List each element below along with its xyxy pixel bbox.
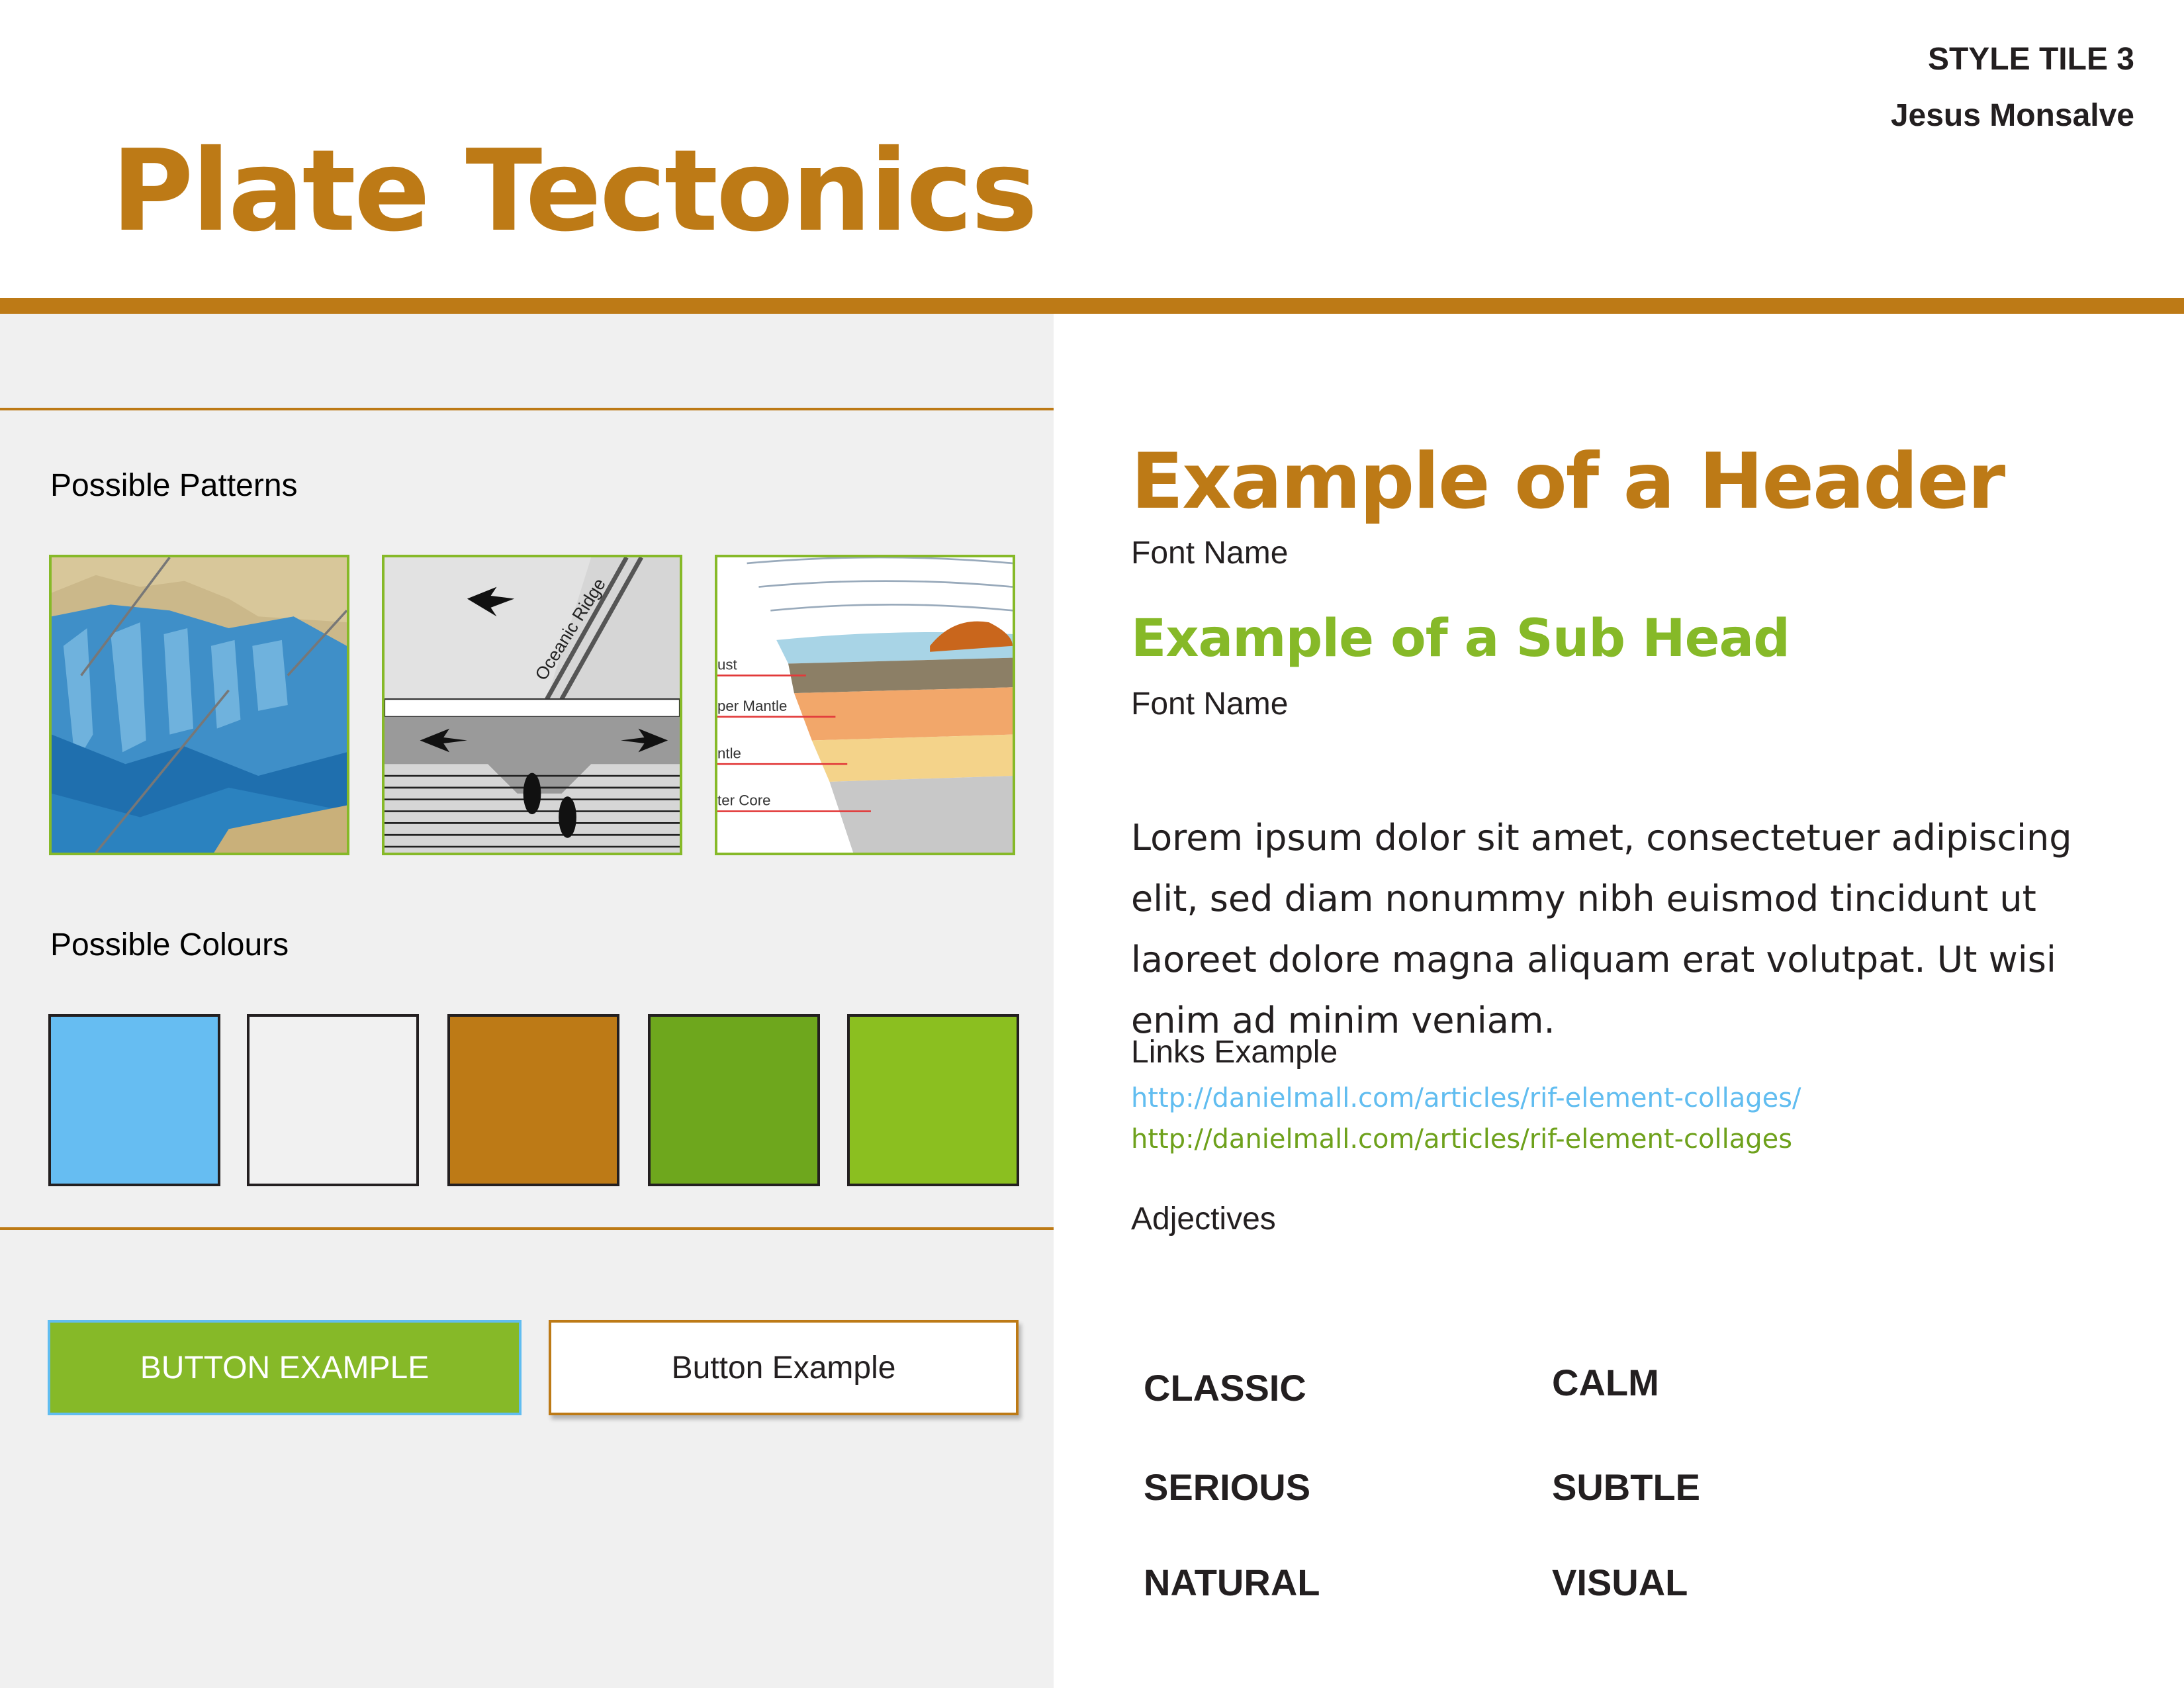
left-panel xyxy=(0,314,1054,1688)
adjective: NATURAL xyxy=(1144,1562,1320,1603)
header-example: Example of a Header xyxy=(1131,437,2005,526)
secondary-button-example[interactable]: Button Example xyxy=(549,1320,1019,1415)
example-link-primary[interactable]: http://danielmall.com/articles/rif-eleme… xyxy=(1131,1083,1801,1113)
ocean-floor-illustration xyxy=(49,555,349,855)
subhead-example: Example of a Sub Head xyxy=(1131,609,1790,669)
svg-text:ntle: ntle xyxy=(717,745,741,761)
adjective: SUBTLE xyxy=(1552,1466,1700,1508)
author-name: Jesus Monsalve xyxy=(1890,98,2134,133)
svg-text:per Mantle: per Mantle xyxy=(717,698,787,714)
svg-text:ust: ust xyxy=(717,656,738,673)
adjectives-label: Adjectives xyxy=(1131,1201,1276,1237)
colour-swatch-dark-green xyxy=(648,1014,820,1186)
colour-swatch-light-green xyxy=(847,1014,1019,1186)
primary-button-example[interactable]: BUTTON EXAMPLE xyxy=(48,1320,522,1415)
earth-layers-diagram: ust per Mantle ntle ter Core xyxy=(715,555,1015,855)
header-font-name: Font Name xyxy=(1131,536,1289,571)
section-divider xyxy=(0,408,1054,410)
adjective: CLASSIC xyxy=(1144,1367,1306,1409)
section-divider xyxy=(0,1227,1054,1230)
svg-text:ter Core: ter Core xyxy=(717,792,771,809)
adjective: VISUAL xyxy=(1552,1562,1688,1603)
style-tile-label: STYLE TILE 3 xyxy=(1927,42,2134,77)
colour-swatch-orange xyxy=(447,1014,619,1186)
title-divider xyxy=(0,298,2184,314)
subhead-font-name: Font Name xyxy=(1131,686,1289,722)
page-title: Plate Tectonics xyxy=(111,126,1038,257)
body-text-example: Lorem ipsum dolor sit amet, consectetuer… xyxy=(1131,817,2072,1041)
oceanic-ridge-diagram: Oceanic Ridge xyxy=(382,555,682,855)
adjective: SERIOUS xyxy=(1144,1466,1311,1508)
colour-swatch-white xyxy=(247,1014,419,1186)
adjective: CALM xyxy=(1552,1362,1659,1403)
colour-swatch-blue xyxy=(48,1014,220,1186)
links-label: Links Example xyxy=(1131,1035,1338,1070)
patterns-label: Possible Patterns xyxy=(50,468,298,503)
colours-label: Possible Colours xyxy=(50,927,289,962)
example-link-visited[interactable]: http://danielmall.com/articles/rif-eleme… xyxy=(1131,1124,1792,1154)
